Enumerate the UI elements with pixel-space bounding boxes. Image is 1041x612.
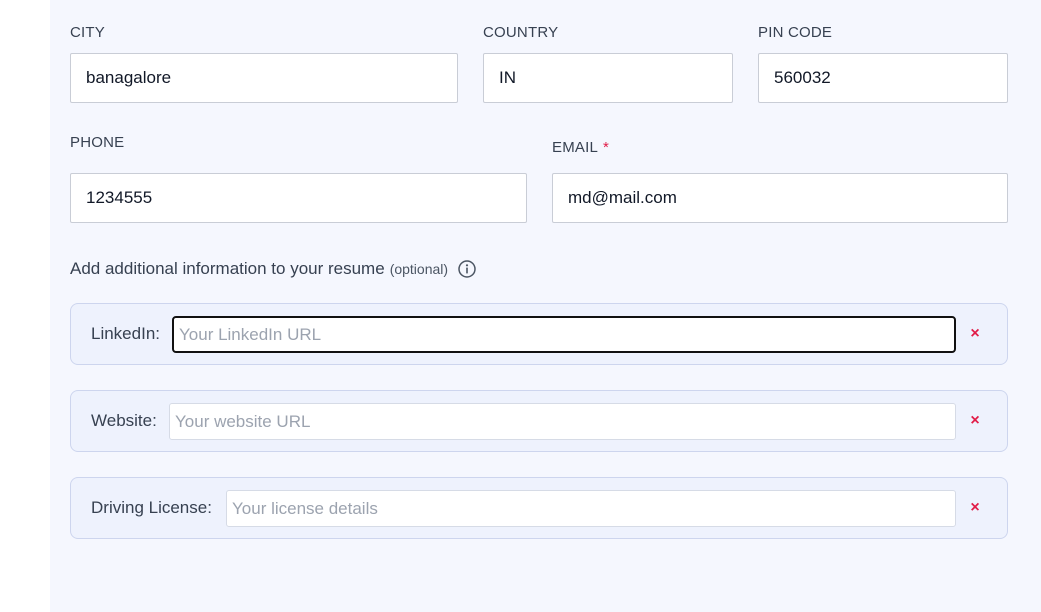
optional-hint: (optional)	[389, 261, 449, 277]
close-icon: ×	[970, 499, 980, 516]
country-input[interactable]	[483, 53, 733, 103]
remove-driving-license-button[interactable]: ×	[965, 498, 985, 518]
info-circle-icon[interactable]	[458, 260, 476, 278]
pin-code-input[interactable]	[758, 53, 1008, 103]
required-asterisk: *	[603, 139, 610, 156]
phone-label: PHONE	[70, 134, 125, 151]
linkedin-input[interactable]	[172, 316, 956, 353]
driving-license-row: Driving License: ×	[70, 477, 1008, 539]
driving-license-input[interactable]	[226, 490, 956, 527]
city-label: CITY	[70, 24, 105, 41]
close-icon: ×	[970, 325, 980, 342]
remove-website-button[interactable]: ×	[965, 411, 985, 431]
remove-linkedin-button[interactable]: ×	[965, 324, 985, 344]
email-label: EMAIL *	[552, 139, 609, 156]
website-label: Website:	[91, 411, 157, 430]
website-row: Website: ×	[70, 390, 1008, 452]
linkedin-label: LinkedIn:	[91, 324, 160, 343]
city-input[interactable]	[70, 53, 458, 103]
phone-input[interactable]	[70, 173, 527, 223]
pin-code-label: PIN CODE	[758, 24, 833, 41]
email-input[interactable]	[552, 173, 1008, 223]
linkedin-row: LinkedIn: ×	[70, 303, 1008, 365]
close-icon: ×	[970, 412, 980, 429]
additional-info-heading: Add additional information to your resum…	[70, 259, 476, 279]
country-label: COUNTRY	[483, 24, 559, 41]
driving-license-label: Driving License:	[91, 498, 212, 517]
website-input[interactable]	[169, 403, 956, 440]
email-label-text: EMAIL	[552, 139, 599, 156]
additional-info-title: Add additional information to your resum…	[70, 259, 385, 278]
